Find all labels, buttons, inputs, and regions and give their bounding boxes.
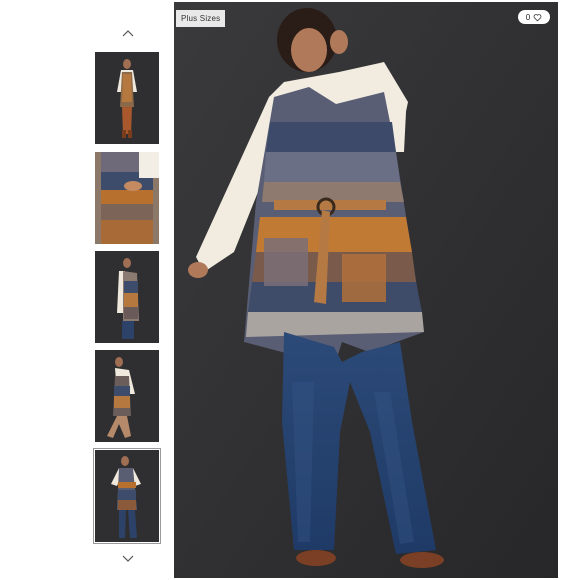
thumbnail-image: [95, 350, 159, 442]
thumbnail-3[interactable]: [95, 251, 159, 343]
like-button[interactable]: 0: [518, 10, 550, 24]
thumbnail-image: [95, 251, 159, 343]
thumbnail-scroll-up-button[interactable]: [117, 24, 139, 42]
plus-sizes-badge: Plus Sizes: [176, 10, 226, 27]
product-image-gallery: Plus Sizes 0: [0, 0, 580, 580]
heart-icon: [533, 13, 542, 21]
thumbnail-image: [95, 152, 159, 244]
thumbnail-strip: [90, 22, 166, 572]
thumbnail-1[interactable]: [95, 52, 159, 144]
thumbnail-image: [95, 450, 159, 542]
thumbnail-5[interactable]: [93, 448, 161, 544]
like-count: 0: [525, 12, 531, 22]
thumbnail-4[interactable]: [95, 350, 159, 442]
thumbnail-image: [95, 52, 159, 144]
chevron-up-icon: [122, 30, 134, 37]
thumbnail-2[interactable]: [95, 152, 159, 244]
thumbnail-scroll-down-button[interactable]: [117, 550, 139, 568]
chevron-down-icon: [122, 555, 134, 562]
main-product-image[interactable]: Plus Sizes 0: [174, 2, 558, 578]
product-photo: [174, 2, 558, 578]
